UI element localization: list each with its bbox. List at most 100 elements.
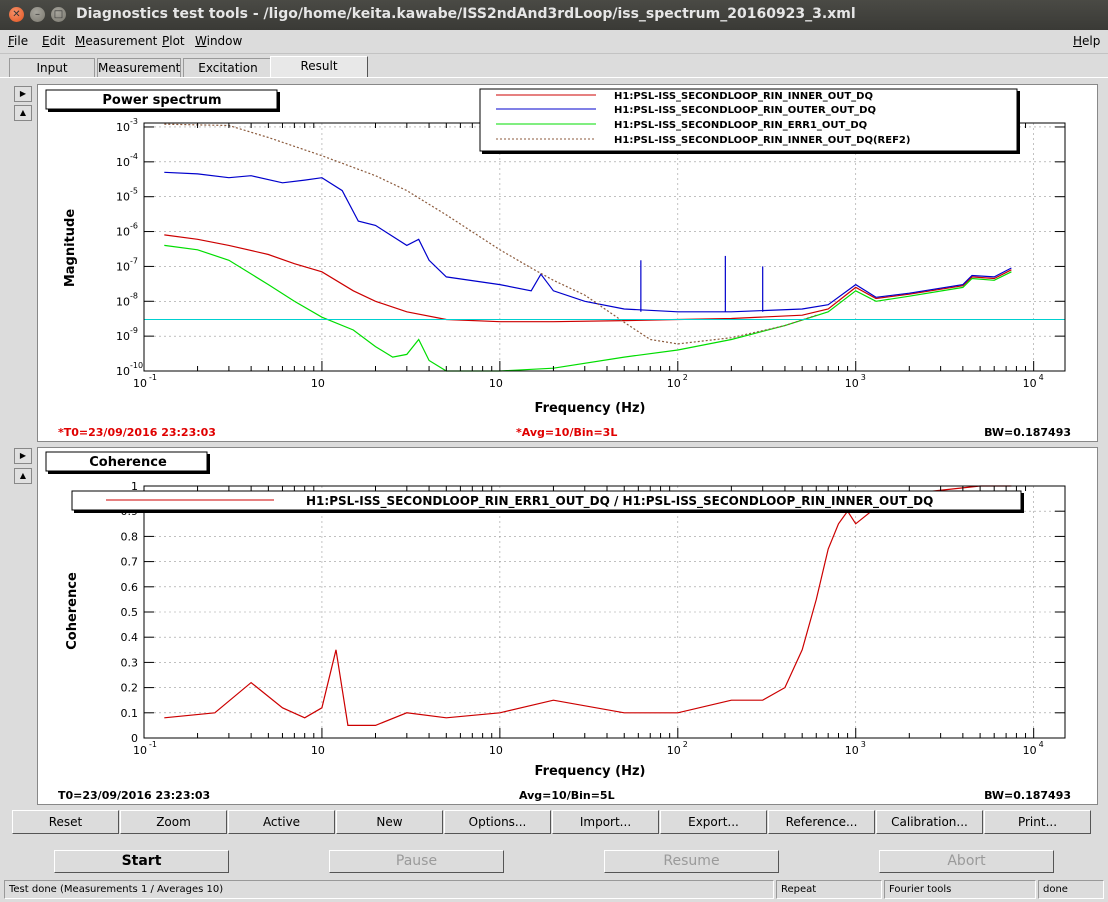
coherence-chart[interactable]: 10 -1 10 10 10 2 10 3 10 4 00.10.20.30.40.50.60.7… [38,448,1099,806]
x-tick-label: 10 [489,377,503,390]
calibration-button[interactable]: Calibration... [876,810,983,834]
collapse-plot2-icon[interactable]: ▲ [14,468,32,484]
import-button[interactable]: Import... [552,810,659,834]
series-coherence-line [164,485,1012,726]
y-tick-label: 10 [116,191,130,204]
y-tick-label: 0.8 [121,530,139,543]
y-tick-label: 0.7 [121,556,139,569]
x-tick-label: 10 [1023,744,1037,757]
plot2-t0: T0=23/09/2016 23:23:03 [58,789,210,802]
x-tick-exp: 2 [683,740,688,749]
y-tick-label: 10 [116,260,130,273]
plot2-xlabel: Frequency (Hz) [535,764,646,779]
options-button[interactable]: Options... [444,810,551,834]
y-tick-exp: -5 [130,187,138,196]
plot1-t0: *T0=23/09/2016 23:23:03 [58,426,216,439]
x-tick-exp: -1 [149,373,157,382]
x-tick-label: 10 [311,744,325,757]
y-tick-label: 0.1 [121,707,139,720]
x-tick-label: 10 [667,377,681,390]
status-state: done [1038,880,1104,899]
abort-button[interactable]: Abort [879,850,1054,873]
y-tick-exp: -8 [130,291,138,300]
menu-plot[interactable]: Plot [162,34,185,48]
x-tick-label: 10 [489,744,503,757]
y-tick-exp: -9 [130,326,138,335]
y-tick-exp: -3 [130,117,138,126]
x-tick-label: 10 [311,377,325,390]
coherence-pane[interactable]: 10 -1 10 10 10 2 10 3 10 4 0 0.1 0.2 0.3 0.4 0.5 0.6 0.7… [37,447,1098,805]
close-icon[interactable]: ✕ [9,7,24,22]
title-bar[interactable]: ✕ – □ Diagnostics test tools - /ligo/hom… [0,0,1108,30]
expand-plot2-icon[interactable]: ▶ [14,448,32,464]
menu-file[interactable]: File [8,34,28,48]
tab-excitation[interactable]: Excitation [183,58,273,78]
menu-edit[interactable]: Edit [42,34,65,48]
y-tick-label: 10 [116,365,130,378]
print-button[interactable]: Print... [984,810,1091,834]
x-tick-exp: 2 [683,373,688,382]
power-spectrum-chart[interactable]: 10 -1 10 10 10 2 10 3 10 4 10 -310 -410 -510 -610 -710… [38,85,1099,443]
legend-label: H1:PSL-ISS_SECONDLOOP_RIN_INNER_OUT_DQ [614,91,873,102]
y-tick-exp: -4 [130,152,138,161]
x-tick-label: 10 [845,744,859,757]
tab-result[interactable]: Result [270,56,368,78]
reference-button[interactable]: Reference... [768,810,875,834]
x-tick-label: 10 [1023,377,1037,390]
tab-bar: Input Measurement Excitation Result [0,56,1108,78]
y-tick-exp: -10 [130,361,143,370]
x-tick-label: 10 [845,377,859,390]
x-tick-exp: 3 [861,740,866,749]
pause-button[interactable]: Pause [329,850,504,873]
plot1-xlabel: Frequency (Hz) [535,401,646,416]
y-tick-label: 10 [116,121,130,134]
plot2-title: Coherence [89,455,167,470]
menu-window[interactable]: Window [195,34,242,48]
y-tick-label: 0.5 [121,606,139,619]
menu-bar: File Edit Measurement Plot Window Help [0,30,1108,54]
y-tick-label: 10 [116,330,130,343]
maximize-icon[interactable]: □ [51,7,66,22]
reset-button[interactable]: Reset [12,810,119,834]
y-tick-label: 0.6 [121,581,139,594]
plot1-frame [143,122,1066,372]
power-spectrum-pane[interactable]: 10 -1 10 10 10 2 10 3 10 4 10 -3 10 -4 10 -5 10 -6 10 -7 10… [37,84,1098,442]
plot1-bw: BW=0.187493 [984,426,1071,439]
plot1-ylabel: Magnitude [63,209,78,288]
menu-help[interactable]: Help [1073,34,1100,48]
x-tick-label: 10 [133,744,147,757]
y-tick-label: 10 [116,226,130,239]
plot1-avg: *Avg=10/Bin=3L [516,426,617,439]
tab-measurement[interactable]: Measurement [97,58,181,78]
x-tick-exp: 3 [861,373,866,382]
plot1-title: Power spectrum [102,93,221,108]
y-tick-label: 0.4 [121,631,139,644]
menu-measurement[interactable]: Measurement [75,34,157,48]
series-outer-line [164,171,1012,313]
start-button[interactable]: Start [54,850,229,873]
x-tick-label: 10 [667,744,681,757]
minimize-icon[interactable]: – [30,7,45,22]
status-tool: Fourier tools [884,880,1036,899]
plot2-legend: H1:PSL-ISS_SECONDLOOP_RIN_ERR1_OUT_DQ / … [71,490,1024,513]
active-button[interactable]: Active [228,810,335,834]
series-ref-line [164,123,817,345]
y-tick-exp: -7 [130,256,138,265]
status-mode: Repeat [776,880,882,899]
new-button[interactable]: New [336,810,443,834]
window-title: Diagnostics test tools - /ligo/home/keit… [76,6,856,22]
export-button[interactable]: Export... [660,810,767,834]
series-inner-line [164,234,1012,323]
plot2-bw: BW=0.187493 [984,789,1071,802]
y-tick-exp: -6 [130,222,138,231]
status-message: Test done (Measurements 1 / Averages 10) [4,880,774,899]
y-tick-label: 10 [116,156,130,169]
legend-label: H1:PSL-ISS_SECONDLOOP_RIN_ERR1_OUT_DQ / … [306,494,933,509]
expand-plot1-icon[interactable]: ▶ [14,86,32,102]
resume-button[interactable]: Resume [604,850,779,873]
x-tick-exp: 4 [1039,740,1044,749]
tab-input[interactable]: Input [9,58,95,78]
zoom-button[interactable]: Zoom [120,810,227,834]
legend-label: H1:PSL-ISS_SECONDLOOP_RIN_INNER_OUT_DQ(R… [614,135,910,146]
collapse-plot1-icon[interactable]: ▲ [14,105,32,121]
